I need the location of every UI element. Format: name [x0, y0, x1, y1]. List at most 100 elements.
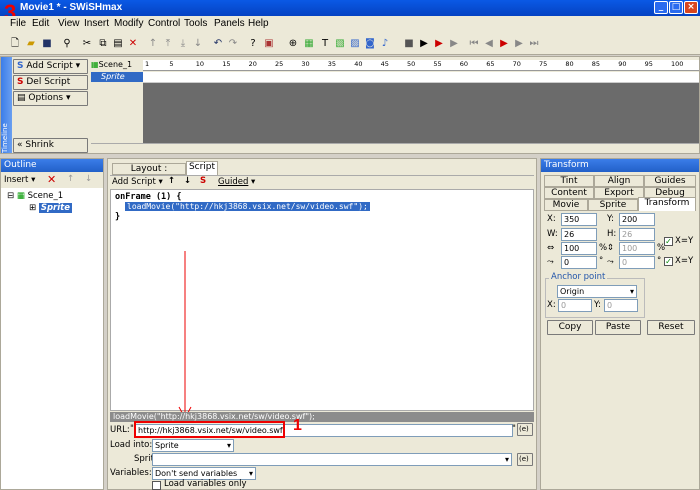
play-scene-icon[interactable]: ▶ — [432, 37, 446, 50]
tab-layout[interactable]: Layout : Scene_1 — [112, 163, 186, 185]
timeline-scrollbar[interactable] — [91, 143, 699, 153]
menu-tools[interactable]: Tools — [184, 18, 207, 29]
tab-tint[interactable]: Tint — [544, 175, 594, 187]
guided-dropdown[interactable]: Guided ▾ — [218, 177, 255, 188]
copy-button[interactable]: Copy — [547, 320, 593, 335]
anchor-y-input[interactable]: 0 — [604, 299, 638, 312]
script-down-icon[interactable]: ↓ — [184, 176, 191, 187]
options-button[interactable]: ▤ Options ▾ — [13, 91, 88, 106]
outline-up-icon[interactable]: ↑ — [67, 174, 74, 185]
load-variables-only-label: Load variables only — [164, 479, 247, 489]
tab-content[interactable]: Content — [544, 187, 594, 199]
menu-modify[interactable]: Modify — [114, 18, 143, 29]
shrink-button[interactable]: « Shrink — [13, 138, 88, 153]
delete-script-icon: S — [17, 77, 24, 87]
button-icon[interactable]: ◙ — [363, 37, 377, 50]
sprite-expression-button[interactable]: (e) — [517, 453, 533, 466]
timeline-ruler[interactable]: 1 5 10 15 20 25 30 35 40 45 50 55 60 65 70 75 80 85 90 95 10… — [143, 60, 699, 71]
insert-scene-icon[interactable]: ▦ — [302, 37, 316, 50]
play-icon[interactable]: ▶ — [417, 37, 431, 50]
delete-icon[interactable]: ✕ — [126, 37, 140, 50]
timeline-sprite-row[interactable]: Sprite — [91, 72, 143, 82]
add-script-button[interactable]: S Add Script ▾ — [13, 59, 88, 74]
menu-control[interactable]: Control — [148, 18, 180, 29]
outline-down-icon[interactable]: ↓ — [85, 174, 92, 185]
script-editor[interactable]: onFrame (1) { loadMovie("http://hkj3868.… — [110, 189, 534, 411]
text-icon[interactable]: T — [318, 37, 332, 50]
move-up-icon[interactable]: ↑ — [146, 37, 160, 50]
minimize-button[interactable]: _ — [654, 1, 668, 14]
menu-edit[interactable]: Edit — [32, 18, 49, 29]
del-script-button[interactable]: S Del Script — [13, 75, 88, 90]
paste-button[interactable]: Paste — [595, 320, 641, 335]
tab-movie[interactable]: Movie — [544, 199, 588, 211]
tab-script[interactable]: Script — [186, 161, 218, 175]
timeline-scene-row[interactable]: ▦Scene_1 — [91, 60, 143, 71]
skew-input[interactable]: 0 — [619, 256, 655, 269]
first-frame-icon[interactable]: ⏮ — [467, 37, 481, 50]
anchor-x-input[interactable]: 0 — [558, 299, 592, 312]
y-input[interactable]: 200 — [619, 213, 655, 226]
save-icon[interactable]: ■ — [40, 37, 54, 50]
current-frame-icon[interactable]: ▶ — [497, 37, 511, 50]
copy-icon[interactable]: ⧉ — [96, 37, 110, 50]
menu-view[interactable]: View — [58, 18, 80, 29]
variables-label: Variables: — [110, 468, 152, 478]
sprite-icon[interactable]: ▨ — [348, 37, 362, 50]
script-add-script-button[interactable]: Add Script ▾ — [112, 177, 163, 188]
x-input[interactable]: 350 — [561, 213, 597, 226]
outline-insert-button[interactable]: Insert ▾ — [4, 175, 35, 186]
redo-icon[interactable]: ↷ — [226, 37, 240, 50]
zoom-icon[interactable]: ⊕ — [286, 37, 300, 50]
load-into-select[interactable]: Sprite ▾ — [152, 439, 234, 452]
sound-icon[interactable]: ♪ — [378, 37, 392, 50]
stop-icon[interactable]: ■ — [402, 37, 416, 50]
scale-y-input[interactable]: 100 — [619, 242, 655, 255]
last-frame-icon[interactable]: ⏭ — [527, 37, 541, 50]
code-line-2[interactable]: loadMovie("http://hkj3868.vsix.net/sw/vi… — [125, 202, 370, 211]
anchor-select[interactable]: Origin ▾ — [557, 285, 637, 298]
move-bottom-icon[interactable]: ⤓ — [176, 37, 190, 50]
scale-x-input[interactable]: 100 — [561, 242, 597, 255]
play-effect-icon[interactable]: ▶ — [447, 37, 461, 50]
maximize-button[interactable]: □ — [669, 1, 683, 14]
move-top-icon[interactable]: ⤒ — [161, 37, 175, 50]
book-icon[interactable]: ▣ — [262, 37, 276, 50]
cut-icon[interactable]: ✂ — [80, 37, 94, 50]
rotate-input[interactable]: 0 — [561, 256, 597, 269]
help-icon[interactable]: ? — [246, 37, 260, 50]
outline-delete-icon[interactable]: ✕ — [47, 174, 56, 185]
scale-xy-checkbox[interactable]: ✓ — [664, 237, 673, 246]
open-icon[interactable]: ▰ — [24, 37, 38, 50]
paste-icon[interactable]: ▤ — [111, 37, 125, 50]
tab-align[interactable]: Align — [594, 175, 644, 187]
tab-sprite[interactable]: Sprite — [588, 199, 638, 211]
height-input[interactable]: 26 — [619, 228, 655, 241]
menu-panels[interactable]: Panels — [214, 18, 245, 29]
image-icon[interactable]: ▧ — [333, 37, 347, 50]
find-icon[interactable]: ⚲ — [60, 37, 74, 50]
next-frame-icon[interactable]: ▶ — [512, 37, 526, 50]
undo-icon[interactable]: ↶ — [211, 37, 225, 50]
script-delete-icon[interactable]: S — [200, 176, 206, 187]
prev-frame-icon[interactable]: ◀ — [482, 37, 496, 50]
width-input[interactable]: 26 — [561, 228, 597, 241]
timeline-sprite-track[interactable] — [143, 72, 699, 83]
menu-insert[interactable]: Insert — [84, 18, 109, 29]
load-variables-only-checkbox[interactable] — [152, 481, 161, 490]
url-expression-button[interactable]: (e) — [517, 423, 533, 436]
menu-help[interactable]: Help — [248, 18, 269, 29]
tab-export[interactable]: Export — [594, 187, 644, 199]
close-button[interactable]: × — [684, 1, 698, 14]
outline-scene-item[interactable]: ⊟ ▦ Scene_1 — [7, 191, 63, 202]
tab-guides[interactable]: Guides — [644, 175, 696, 187]
tab-transform[interactable]: Transform — [638, 197, 696, 211]
outline-sprite-item[interactable]: ⊞ Sprite — [29, 203, 72, 214]
reset-button[interactable]: Reset — [647, 320, 695, 335]
new-icon[interactable]: 🗋 — [8, 37, 22, 50]
script-up-icon[interactable]: ↑ — [168, 176, 175, 187]
sprite-select[interactable]: ▾ — [152, 453, 512, 466]
skew-xy-checkbox[interactable]: ✓ — [664, 257, 673, 266]
menu-file[interactable]: File — [10, 18, 26, 29]
move-down-icon[interactable]: ↓ — [191, 37, 205, 50]
